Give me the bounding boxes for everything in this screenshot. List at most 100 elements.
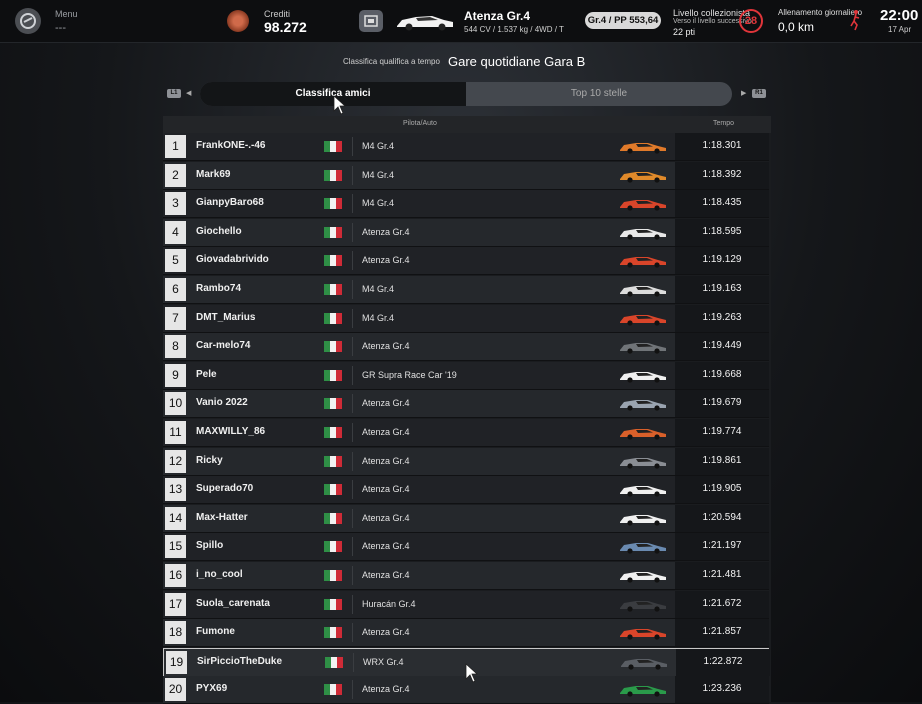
table-row[interactable]: 9 Pele GR Supra Race Car '19 1:19.668	[163, 361, 769, 390]
table-row[interactable]: 17 Suola_carenata Huracán Gr.4 1:21.672	[163, 590, 769, 619]
arrow-right-icon[interactable]: ▶	[741, 89, 746, 97]
car-name: M4 Gr.4	[362, 284, 395, 294]
time-cell: 1:18.595	[675, 218, 769, 246]
leaderboard-tabs: Classifica amici Top 10 stelle	[200, 82, 732, 106]
car-livery-thumbnail	[620, 228, 666, 240]
rank-position: 2	[165, 163, 186, 187]
italy-flag-icon	[324, 255, 342, 267]
lap-time: 1:21.481	[702, 569, 742, 580]
car-livery-thumbnail	[620, 371, 666, 383]
player-name: MAXWILLY_86	[196, 426, 266, 437]
runner-icon	[850, 10, 860, 31]
time-cell: 1:19.163	[675, 276, 769, 303]
car-name: Atenza Gr.4	[362, 427, 410, 437]
table-row[interactable]: 8 Car-melo74 Atenza Gr.4 1:19.449	[163, 333, 769, 362]
lap-time: 1:19.679	[702, 397, 742, 409]
gt-logo-icon[interactable]	[15, 8, 41, 34]
italy-flag-icon	[324, 226, 342, 238]
table-row[interactable]: 14 Max-Hatter Atenza Gr.4 1:20.594	[163, 504, 769, 533]
table-row[interactable]: 18 Fumone Atenza Gr.4 1:21.857	[163, 619, 769, 648]
current-car-specs: 544 CV / 1.537 kg / 4WD / T	[464, 25, 564, 34]
credits-coin-icon	[227, 10, 249, 32]
table-row[interactable]: 2 Mark69 M4 Gr.4 1:18.392	[163, 161, 769, 190]
car-livery-thumbnail	[620, 629, 666, 640]
car-livery-thumbnail	[620, 457, 666, 469]
column-divider	[352, 680, 353, 700]
car-name: M4 Gr.4	[362, 312, 395, 323]
player-name: Suola_carenata	[196, 597, 270, 609]
daily-workout-distance: 0,0 km	[778, 20, 815, 34]
table-row[interactable]: 5 Giovadabrivido Atenza Gr.4 1:19.129	[163, 247, 769, 276]
italy-flag-icon	[324, 627, 342, 639]
rank-position: 11	[165, 421, 186, 444]
table-row[interactable]: 1 FrankONE-.-46 M4 Gr.4 1:18.301	[163, 133, 769, 161]
top-bar: Menu --- Crediti 98.272 Atenza Gr.4 544 …	[0, 0, 922, 43]
rank-position: 17	[165, 592, 186, 616]
player-name: Spillo	[196, 540, 224, 552]
player-name: Ricky	[196, 454, 223, 466]
lap-time: 1:19.668	[702, 368, 742, 380]
car-livery-thumbnail	[620, 343, 666, 354]
table-row[interactable]: 11 MAXWILLY_86 Atenza Gr.4 1:19.774	[163, 419, 769, 447]
italy-flag-icon	[324, 141, 342, 152]
player-name: DMT_Marius	[196, 311, 256, 323]
column-divider	[352, 480, 353, 500]
rank-position: 5	[165, 249, 186, 273]
garage-icon[interactable]	[359, 10, 383, 32]
table-row[interactable]: 6 Rambo74 M4 Gr.4 1:19.163	[163, 276, 769, 304]
time-cell: 1:21.672	[675, 590, 769, 618]
table-row[interactable]: 15 Spillo Atenza Gr.4 1:21.197	[163, 533, 769, 562]
lap-time: 1:20.594	[702, 511, 742, 523]
car-name: Huracán Gr.4	[362, 598, 416, 609]
table-row[interactable]: 16 i_no_cool Atenza Gr.4 1:21.481	[163, 562, 769, 590]
table-row[interactable]: 3 GianpyBaro68 M4 Gr.4 1:18.435	[163, 190, 769, 219]
l1-button-icon[interactable]: L1	[167, 89, 181, 98]
lap-time: 1:21.672	[702, 597, 742, 609]
italy-flag-icon	[324, 312, 342, 324]
rank-position: 18	[165, 621, 186, 645]
table-row[interactable]: 4 Giochello Atenza Gr.4 1:18.595	[163, 218, 769, 247]
car-name: Atenza Gr.4	[362, 341, 410, 352]
player-name: Fumone	[196, 626, 235, 638]
menu-label[interactable]: Menu	[55, 9, 78, 19]
table-row[interactable]: 7 DMT_Marius M4 Gr.4 1:19.263	[163, 304, 769, 333]
car-livery-thumbnail	[620, 686, 666, 697]
italy-flag-icon	[324, 541, 342, 553]
lap-time: 1:18.301	[702, 140, 742, 151]
column-divider	[352, 280, 353, 299]
tab-top-10-stars[interactable]: Top 10 stelle	[466, 82, 732, 106]
rank-position: 3	[165, 192, 186, 216]
italy-flag-icon	[324, 369, 342, 381]
lap-time: 1:19.263	[702, 311, 742, 323]
page-title: Gare quotidiane Gara B	[448, 54, 586, 69]
car-livery-thumbnail	[621, 658, 667, 670]
time-cell: 1:23.236	[675, 676, 769, 704]
player-name: Giovadabrivido	[196, 254, 269, 266]
player-name: Vanio 2022	[196, 397, 248, 409]
player-name: Superado70	[196, 483, 254, 495]
car-name: WRX Gr.4	[363, 656, 404, 667]
rank-position: 8	[165, 335, 186, 359]
lap-time: 1:19.449	[702, 340, 742, 352]
time-cell: 1:21.857	[675, 619, 769, 647]
column-divider	[352, 394, 353, 414]
table-row[interactable]: 10 Vanio 2022 Atenza Gr.4 1:19.679	[163, 390, 769, 419]
r1-button-icon[interactable]: R1	[752, 89, 766, 98]
table-row[interactable]: 12 Ricky Atenza Gr.4 1:19.861	[163, 447, 769, 476]
table-row[interactable]: 13 Superado70 Atenza Gr.4 1:19.905	[163, 476, 769, 505]
car-livery-thumbnail	[620, 514, 666, 526]
column-divider	[352, 566, 353, 585]
column-divider	[352, 623, 353, 643]
rank-position: 9	[165, 363, 186, 387]
arrow-left-icon[interactable]: ◀	[186, 89, 191, 97]
collector-level-points: 22 pti	[673, 27, 696, 37]
car-livery-thumbnail	[620, 400, 666, 411]
time-cell: 1:19.905	[675, 476, 769, 504]
lap-time: 1:19.163	[702, 283, 742, 294]
rank-position: 15	[165, 535, 186, 559]
player-name: Mark69	[196, 168, 231, 180]
car-name: Atenza Gr.4	[362, 398, 410, 409]
lap-time: 1:19.774	[702, 426, 742, 437]
collector-level-title: Livello collezionista	[673, 8, 751, 18]
rank-position: 20	[165, 678, 186, 702]
